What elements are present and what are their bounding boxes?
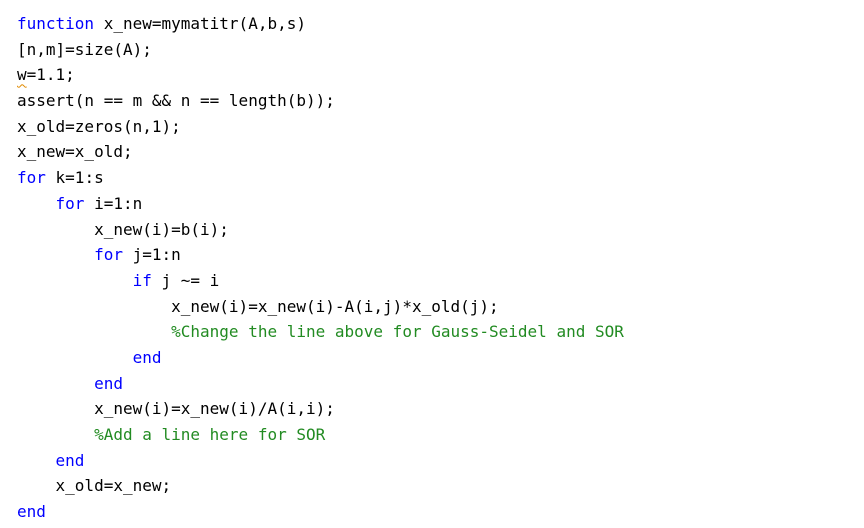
- code-line[interactable]: x_new(i)=x_new(i)/A(i,i);: [17, 396, 624, 422]
- code-line[interactable]: end: [17, 371, 624, 397]
- code-token: j=1:n: [122, 245, 181, 265]
- code-token: x_new(i)=b(i);: [94, 219, 229, 239]
- code-line[interactable]: assert(n == m && n == length(b));: [17, 88, 624, 114]
- code-token: assert(n == m && n == length(b));: [17, 91, 335, 111]
- code-line[interactable]: %Change the line above for Gauss-Seidel …: [17, 319, 624, 345]
- code-line[interactable]: x_old=zeros(n,1);: [17, 114, 624, 140]
- code-line[interactable]: %Add a line here for SOR: [17, 422, 624, 448]
- code-line[interactable]: end: [17, 345, 624, 371]
- keyword-token: for: [55, 193, 85, 213]
- code-token: x_old=x_new;: [55, 476, 172, 496]
- keyword-token: function: [17, 14, 95, 33]
- code-token: x_new=mymatitr(A,b,s): [94, 14, 306, 33]
- keyword-token: end: [94, 373, 123, 393]
- keyword-token: if: [132, 270, 152, 290]
- code-line[interactable]: x_new=x_old;: [17, 139, 624, 165]
- keyword-token: for: [94, 245, 123, 265]
- comment-token: %Add a line here for SOR: [94, 425, 326, 444]
- code-line[interactable]: for j=1:n: [17, 242, 624, 268]
- code-line[interactable]: for k=1:s: [17, 165, 624, 191]
- code-token: k=1:s: [45, 168, 104, 188]
- code-token: x_new(i)=x_new(i)-A(i,j)*x_old(j);: [171, 296, 499, 316]
- code-line[interactable]: [n,m]=size(A);: [17, 37, 624, 63]
- code-token: i=1:n: [84, 193, 143, 213]
- code-line[interactable]: if j ~= i: [17, 268, 624, 294]
- code-line[interactable]: x_new(i)=b(i);: [17, 217, 624, 243]
- code-token: [n,m]=size(A);: [17, 39, 152, 59]
- code-line[interactable]: end: [17, 499, 624, 525]
- keyword-token: end: [17, 502, 46, 522]
- warning-token: w: [17, 65, 27, 85]
- keyword-token: for: [17, 168, 46, 188]
- code-token: x_new=x_old;: [17, 142, 133, 162]
- code-token: x_old=zeros(n,1);: [17, 116, 181, 136]
- code-line[interactable]: x_old=x_new;: [17, 473, 624, 499]
- code-editor[interactable]: function x_new=mymatitr(A,b,s) [n,m]=size…: [17, 11, 624, 525]
- keyword-token: end: [132, 347, 162, 367]
- code-token: =1.1;: [26, 65, 75, 85]
- code-token: j ~= i: [151, 270, 220, 290]
- code-line[interactable]: w=1.1;: [17, 62, 624, 88]
- comment-token: %Change the line above for Gauss-Seidel …: [171, 322, 624, 342]
- code-token: x_new(i)=x_new(i)/A(i,i);: [94, 399, 335, 419]
- code-line[interactable]: end: [17, 448, 624, 474]
- code-line[interactable]: x_new(i)=x_new(i)-A(i,j)*x_old(j);: [17, 294, 624, 320]
- code-line[interactable]: function x_new=mymatitr(A,b,s): [17, 11, 624, 37]
- keyword-token: end: [55, 450, 85, 470]
- code-line[interactable]: for i=1:n: [17, 191, 624, 217]
